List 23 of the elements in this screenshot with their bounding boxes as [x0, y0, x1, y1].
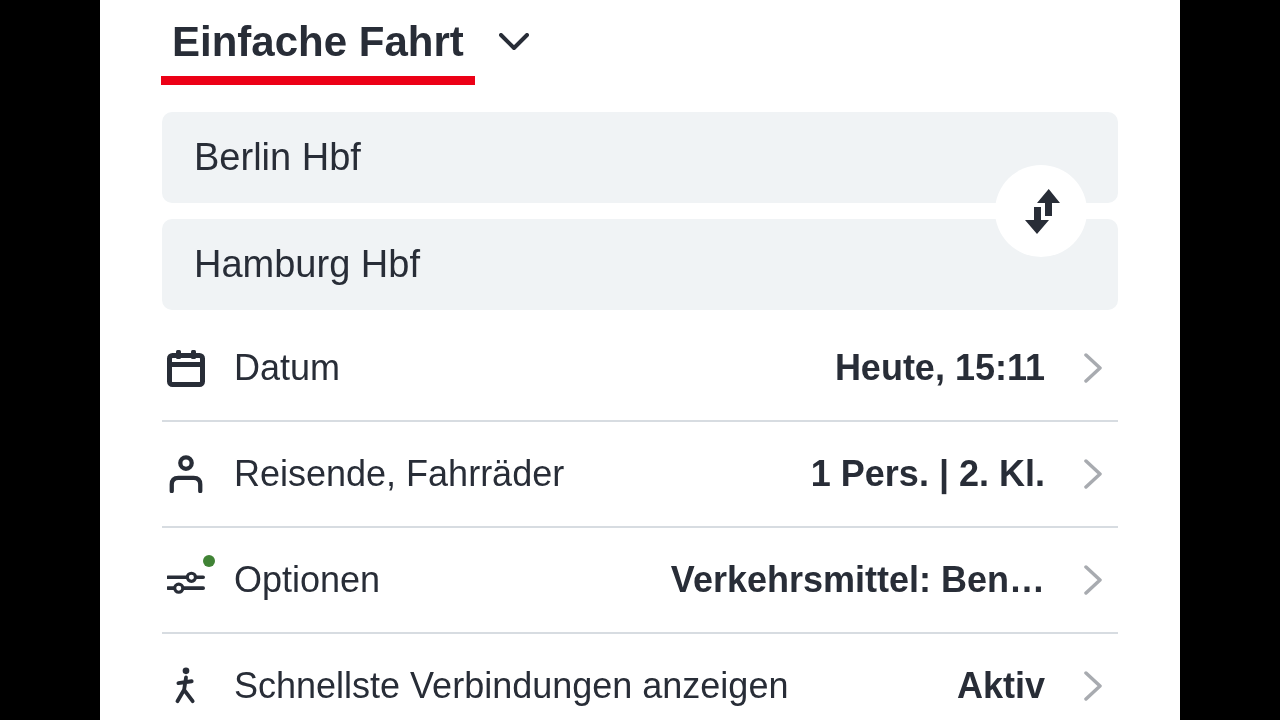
row-value: Heute, 15:11: [834, 347, 1045, 389]
row-value: 1 Pers. | 2. Kl.: [810, 453, 1045, 495]
chevron-right-icon: [1083, 459, 1103, 489]
trip-type-tab[interactable]: Einfache Fahrt: [161, 18, 475, 85]
person-icon: [167, 455, 205, 493]
origin-field[interactable]: Berlin Hbf: [162, 112, 1118, 203]
settings-row[interactable]: Optionen Verkehrsmittel: Ben…: [162, 528, 1118, 634]
settings-row[interactable]: Reisende, Fahrräder 1 Pers. | 2. Kl.: [162, 422, 1118, 528]
row-label: Schnellste Verbindungen anzeigen: [234, 665, 790, 707]
row-label: Datum: [234, 347, 342, 389]
row-value: Verkehrsmittel: Ben…: [670, 559, 1045, 601]
destination-field[interactable]: Hamburg Hbf: [162, 219, 1118, 310]
calendar-icon: [167, 349, 205, 387]
chevron-right-icon: [1083, 353, 1103, 383]
settings-row[interactable]: Datum Heute, 15:11: [162, 316, 1118, 422]
row-label: Optionen: [234, 559, 382, 601]
chevron-down-icon[interactable]: [498, 33, 529, 52]
settings-row[interactable]: Schnellste Verbindungen anzeigen Aktiv: [162, 634, 1118, 720]
chevron-right-icon: [1083, 565, 1103, 595]
row-label: Reisende, Fahrräder: [234, 453, 566, 495]
swap-arrows-icon: [1024, 188, 1060, 234]
chevron-right-icon: [1083, 671, 1103, 701]
row-value: Aktiv: [956, 665, 1045, 707]
